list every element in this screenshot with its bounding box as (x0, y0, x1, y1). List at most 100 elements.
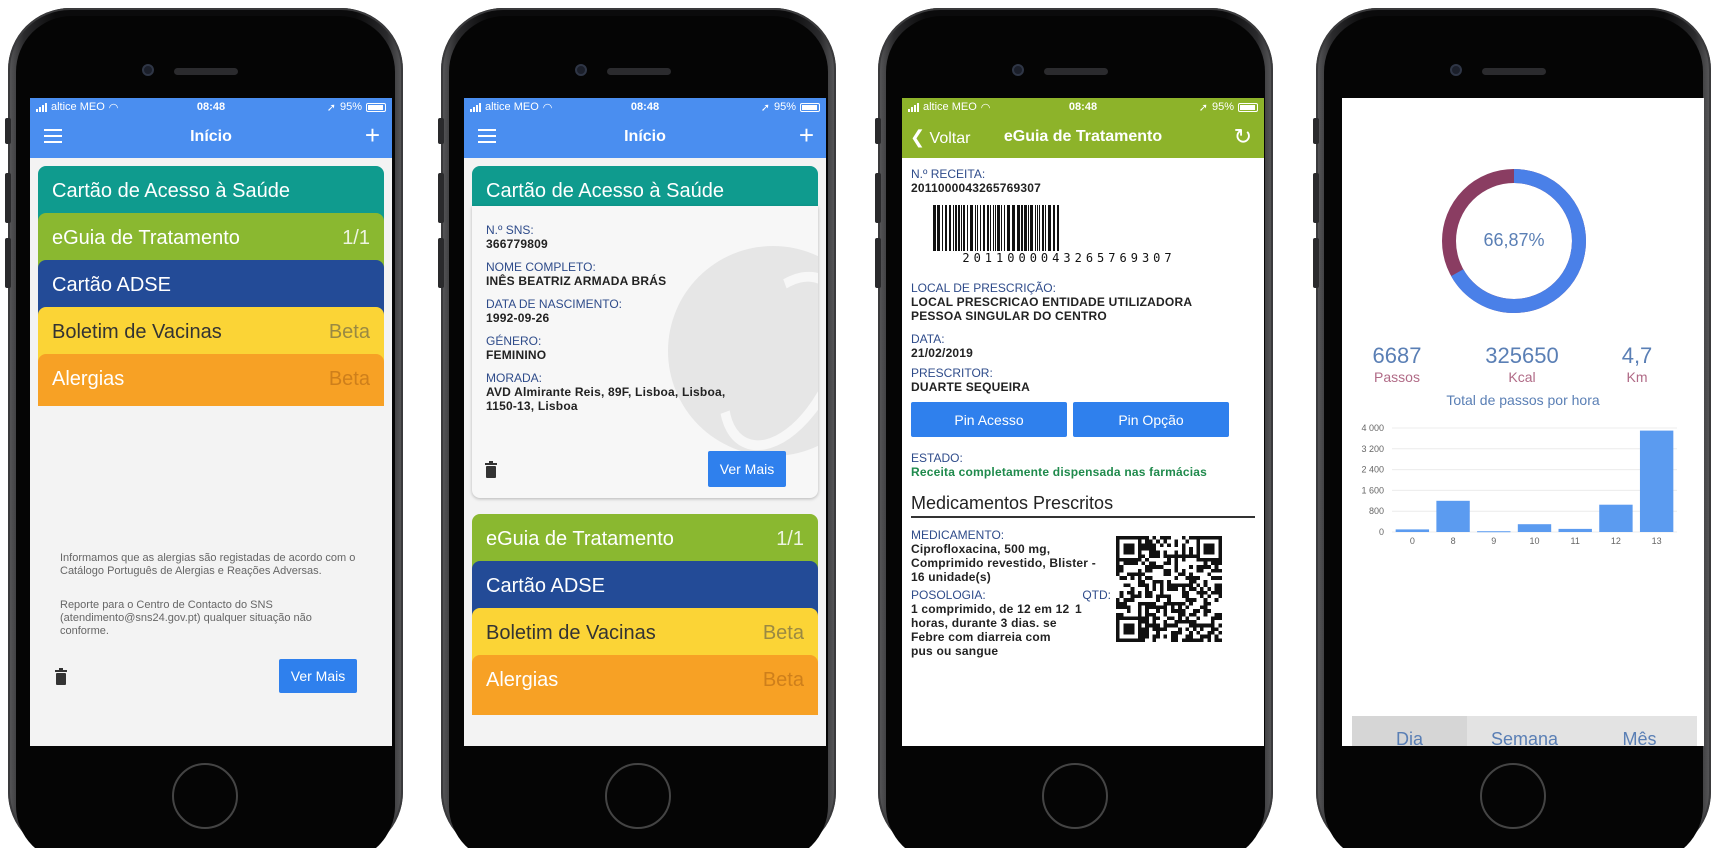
qr-module (1137, 638, 1142, 642)
pin-opcao-button[interactable]: Pin Opção (1073, 402, 1229, 437)
chart-bar (1477, 531, 1511, 533)
stat-kcal: 325650 Kcal (1472, 343, 1572, 385)
segment-mes[interactable]: Mês (1582, 716, 1697, 747)
home-button[interactable] (1480, 763, 1546, 829)
qr-module (1137, 590, 1142, 595)
qr-module (1116, 598, 1120, 602)
chart-bar (1558, 528, 1592, 532)
qr-module (1137, 536, 1142, 540)
qr-module (1145, 557, 1149, 562)
qr-module (1200, 594, 1204, 599)
battery-percent: 95% (773, 101, 796, 113)
medicamentos-section-title: Medicamentos Prescritos (911, 493, 1255, 518)
qr-module (1207, 543, 1212, 547)
qr-module (1148, 612, 1153, 617)
qr-module (1218, 576, 1222, 580)
home-button[interactable] (605, 763, 671, 829)
qr-module (1148, 576, 1153, 580)
qr-module (1152, 587, 1157, 591)
qr-module (1207, 572, 1212, 577)
back-button[interactable]: ❮ Voltar (910, 127, 970, 148)
qr-module (1156, 598, 1160, 602)
qr-module (1134, 536, 1138, 540)
pin-acesso-button[interactable]: Pin Acesso (911, 402, 1067, 437)
y-tick-label: 0 (1379, 527, 1384, 537)
card-alergias[interactable]: Alergias Beta (472, 655, 818, 715)
qr-module (1218, 543, 1222, 547)
phone-frame-4: 66,87% 6687 Passos 325650 Kcal 4,7 Km To… (1313, 8, 1711, 848)
qr-module (1211, 536, 1215, 540)
qr-module (1123, 605, 1127, 610)
qr-module (1189, 576, 1193, 580)
trash-icon[interactable] (484, 461, 498, 478)
qr-module (1148, 554, 1153, 558)
segment-semana[interactable]: Semana (1467, 716, 1582, 747)
screen-home: altice MEO ◠ 08:48 ➚ 95% Início + Cartão d… (30, 98, 392, 746)
qr-module (1181, 546, 1186, 551)
menu-button[interactable] (44, 126, 62, 143)
field-value-nome: INÊS BEATRIZ ARMADA BRÁS (486, 274, 667, 288)
qr-module (1214, 576, 1219, 580)
status-bar: altice MEO ◠ 08:48 ➚ 95% (30, 98, 392, 116)
add-button[interactable]: + (799, 122, 814, 148)
qr-module (1192, 609, 1197, 613)
qr-module (1148, 590, 1153, 595)
qr-module (1152, 612, 1157, 617)
qr-module (1156, 631, 1160, 635)
ver-mais-button[interactable]: Ver Mais (708, 451, 786, 487)
add-button[interactable]: + (365, 122, 380, 148)
battery-icon (1238, 102, 1258, 112)
qr-module (1192, 536, 1197, 540)
home-button[interactable] (172, 763, 238, 829)
qr-module (1116, 554, 1120, 558)
qr-module (1218, 583, 1222, 588)
period-segmented-control: Dia Semana Mês (1352, 716, 1697, 746)
segment-dia[interactable]: Dia (1352, 716, 1467, 746)
card-cartao-acesso-saude[interactable]: Cartão de Acesso à Saúde (472, 166, 818, 206)
qr-module (1207, 634, 1212, 639)
qr-module (1130, 631, 1135, 635)
field-label: GÉNERO: (486, 334, 542, 348)
x-tick-label: 10 (1529, 536, 1539, 546)
qr-module (1137, 539, 1142, 544)
refresh-button[interactable]: ↻ (1234, 124, 1252, 150)
field-label: NOME COMPLETO: (486, 260, 596, 274)
qr-module (1163, 620, 1168, 624)
qr-module (1123, 576, 1127, 580)
qr-module (1203, 612, 1208, 617)
qr-module (1181, 583, 1186, 588)
page-title: eGuia de Tratamento (1003, 128, 1163, 145)
home-button[interactable] (1042, 763, 1108, 829)
qr-module (1156, 627, 1160, 632)
qr-module (1196, 616, 1201, 621)
qr-module (1126, 590, 1131, 595)
qr-module (1174, 557, 1179, 562)
qr-module (1141, 546, 1146, 551)
qr-module (1196, 543, 1201, 547)
qr-module (1116, 539, 1120, 544)
card-alergias[interactable]: Alergias Beta (38, 354, 384, 406)
trash-icon[interactable] (54, 668, 68, 685)
qr-module (1163, 536, 1168, 540)
stat-value: 325650 (1485, 343, 1559, 368)
qr-module (1181, 554, 1186, 558)
front-camera (1012, 64, 1024, 76)
qr-module (1214, 565, 1219, 569)
qr-module (1192, 623, 1197, 628)
qr-module (1189, 536, 1193, 540)
qr-module (1126, 536, 1131, 540)
menu-button[interactable] (478, 126, 496, 143)
qr-module (1200, 634, 1204, 639)
hamburger-icon (478, 129, 496, 143)
qr-module (1152, 561, 1157, 566)
qr-module (1145, 627, 1149, 632)
qr-module (1185, 583, 1190, 588)
qr-module (1185, 554, 1190, 558)
ver-mais-button[interactable]: Ver Mais (279, 659, 357, 693)
qr-module (1178, 605, 1182, 610)
qr-module (1116, 627, 1120, 632)
qr-module (1137, 572, 1142, 577)
qr-module (1137, 612, 1142, 617)
qr-module (1200, 627, 1204, 632)
posologia-label: POSOLOGIA: (911, 588, 986, 602)
